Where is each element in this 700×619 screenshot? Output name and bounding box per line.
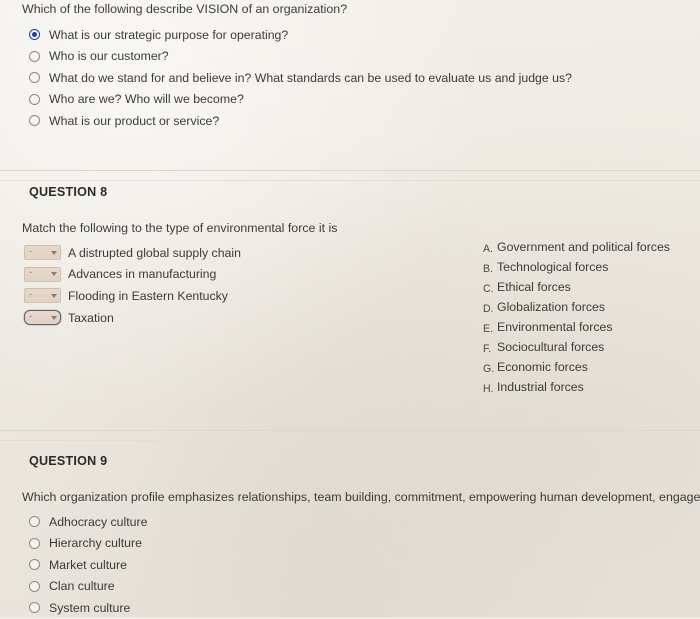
question-9-block: QUESTION 9 Which organization profile em… — [0, 454, 700, 619]
radio-option-label: What is our product or service? — [49, 113, 220, 128]
radio-option[interactable]: Hierarchy culture — [29, 533, 700, 555]
answer-key-text: Technological forces — [497, 260, 609, 274]
radio-option-label: Adhocracy culture — [49, 514, 148, 529]
chevron-down-icon — [51, 315, 57, 320]
match-item-label: A distrupted global supply chain — [68, 245, 241, 260]
section-divider-secondary — [0, 440, 700, 441]
radio-button[interactable] — [29, 580, 40, 592]
radio-option[interactable]: Who are we? Who will we become? — [29, 89, 700, 111]
radio-option-label: What do we stand for and believe in? Wha… — [49, 70, 572, 85]
radio-option[interactable]: System culture — [29, 597, 700, 619]
radio-option[interactable]: What is our strategic purpose for operat… — [29, 24, 700, 46]
radio-button[interactable] — [29, 537, 40, 549]
answer-key-item: G. Economic forces — [483, 360, 670, 380]
radio-option-label: What is our strategic purpose for operat… — [49, 27, 289, 42]
answer-key-letter: G. — [483, 363, 495, 375]
radio-button[interactable] — [29, 72, 40, 84]
radio-option[interactable]: What do we stand for and believe in? Wha… — [29, 67, 700, 89]
answer-key-text: Globalization forces — [497, 300, 605, 314]
answer-key-letter: C. — [483, 283, 494, 295]
match-dropdown[interactable]: - — [24, 245, 61, 261]
radio-option[interactable]: Who is our customer? — [29, 46, 700, 68]
answer-key-text: Government and political forces — [497, 240, 670, 254]
match-dropdown[interactable]: - — [24, 266, 61, 282]
match-dropdown-value: - — [29, 288, 33, 300]
match-item-label: Flooding in Eastern Kentucky — [68, 288, 228, 303]
question-7-options: What is our strategic purpose for operat… — [29, 24, 700, 132]
radio-option-label: Clan culture — [49, 579, 115, 594]
answer-key-text: Economic forces — [497, 360, 588, 374]
question-7-stem: Which of the following describe VISION o… — [22, 2, 348, 16]
match-dropdown[interactable]: - — [24, 288, 61, 304]
radio-option-label: Who are we? Who will we become? — [49, 92, 244, 107]
radio-option-label: Hierarchy culture — [49, 536, 142, 551]
match-dropdown-value: - — [29, 267, 33, 279]
answer-key-item: C. Ethical forces — [483, 280, 670, 300]
radio-button[interactable] — [29, 559, 40, 571]
question-7-block: Which of the following describe VISION o… — [0, 2, 700, 132]
radio-option[interactable]: Market culture — [29, 554, 700, 576]
question-8-answer-key: A. Government and political forces B. Te… — [483, 240, 670, 400]
answer-key-text: Industrial forces — [497, 380, 584, 394]
radio-button[interactable] — [29, 516, 40, 528]
question-8-stem: Match the following to the type of envir… — [22, 221, 338, 235]
answer-key-item: H. Industrial forces — [483, 380, 670, 400]
answer-key-letter: A. — [483, 243, 494, 255]
radio-option-label: Market culture — [49, 557, 127, 572]
question-9-heading: QUESTION 9 — [29, 454, 108, 468]
answer-key-text: Environmental forces — [497, 320, 613, 334]
question-9-options: Adhocracy culture Hierarchy culture Mark… — [29, 511, 700, 619]
answer-key-letter: F. — [483, 343, 492, 355]
answer-key-item: E. Environmental forces — [483, 320, 670, 340]
chevron-down-icon — [51, 293, 57, 298]
match-dropdown-focused[interactable]: - — [24, 310, 61, 326]
radio-button[interactable] — [29, 115, 40, 127]
radio-button-selected[interactable] — [29, 29, 40, 41]
answer-key-letter: E. — [483, 323, 494, 335]
answer-key-letter: D. — [483, 303, 494, 315]
answer-key-text: Ethical forces — [497, 280, 571, 294]
chevron-down-icon — [51, 250, 57, 255]
section-divider — [0, 430, 700, 431]
radio-button[interactable] — [29, 50, 40, 62]
radio-button[interactable] — [29, 93, 40, 105]
section-divider — [0, 170, 700, 171]
question-9-stem: Which organization profile emphasizes re… — [22, 490, 700, 504]
section-divider-secondary — [0, 180, 700, 181]
answer-key-item: F. Sociocultural forces — [483, 340, 670, 360]
answer-key-item: B. Technological forces — [483, 260, 670, 280]
answer-key-letter: H. — [483, 383, 494, 395]
quiz-page: Which of the following describe VISION o… — [0, 0, 700, 617]
question-8-heading: QUESTION 8 — [29, 185, 108, 199]
answer-key-item: A. Government and political forces — [483, 240, 670, 260]
match-item-label: Advances in manufacturing — [68, 267, 217, 282]
match-item-label: Taxation — [68, 310, 114, 325]
radio-option[interactable]: What is our product or service? — [29, 110, 700, 132]
radio-option-label: System culture — [49, 600, 131, 615]
answer-key-item: D. Globalization forces — [483, 300, 670, 320]
radio-option-label: Who is our customer? — [49, 49, 169, 64]
match-dropdown-value: - — [29, 310, 33, 322]
chevron-down-icon — [51, 272, 57, 277]
answer-key-text: Sociocultural forces — [497, 340, 605, 354]
radio-option[interactable]: Adhocracy culture — [29, 511, 700, 533]
answer-key-letter: B. — [483, 263, 494, 275]
radio-button[interactable] — [29, 602, 40, 614]
match-dropdown-value: - — [29, 245, 33, 257]
radio-option[interactable]: Clan culture — [29, 576, 700, 598]
